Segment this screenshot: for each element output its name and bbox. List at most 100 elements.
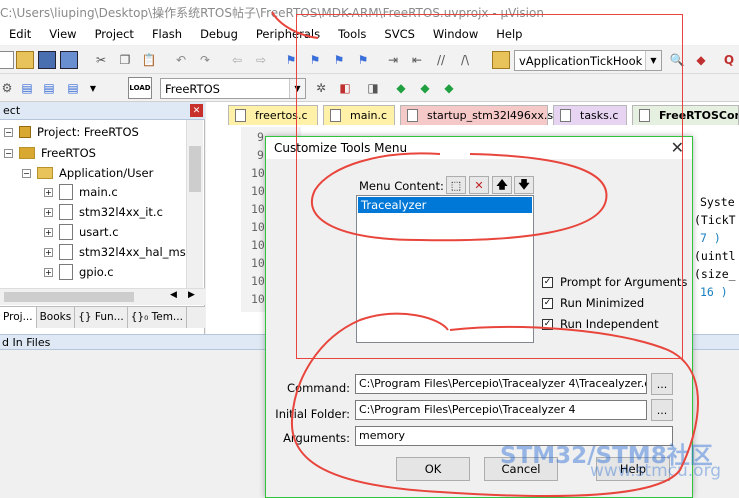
line-number: 10 <box>251 166 265 180</box>
code-fragment: Syste <box>700 195 735 209</box>
browse-folder-button[interactable]: ... <box>651 399 673 421</box>
tree-project-root[interactable]: − Project: FreeRTOS <box>4 125 139 139</box>
save-all-icon[interactable] <box>60 51 78 69</box>
tree-label: FreeRTOS <box>41 146 96 160</box>
target-icon <box>19 147 35 159</box>
collapse-icon[interactable]: − <box>4 148 13 158</box>
project-panel-title: ect <box>3 104 21 117</box>
line-number: 9 <box>257 130 264 144</box>
expand-icon[interactable]: + <box>44 227 53 237</box>
line-number: 10 <box>251 184 265 198</box>
incremental-find-icon[interactable]: ◆ <box>692 51 710 69</box>
tree-label: usart.c <box>79 225 119 239</box>
annotation-rectangle <box>296 14 683 359</box>
line-number: 10 <box>251 238 265 252</box>
tab-templates[interactable]: {}₀ Tem... <box>128 307 187 328</box>
menu-project[interactable]: Project <box>86 23 143 45</box>
collapse-icon[interactable]: − <box>4 127 13 137</box>
c-file-icon <box>59 244 73 260</box>
c-file-icon <box>59 204 73 220</box>
line-number: 10 <box>251 292 265 306</box>
code-fragment: (size_ <box>694 267 736 281</box>
tab-books[interactable]: Books <box>37 307 76 328</box>
tab-functions[interactable]: {} Fun... <box>75 307 128 328</box>
tab-project[interactable]: Proj... <box>0 307 37 328</box>
line-number: 9 <box>257 148 264 162</box>
expand-icon[interactable]: + <box>44 247 53 257</box>
expand-icon[interactable]: + <box>44 187 53 197</box>
batch-build-icon[interactable]: ▤ <box>64 79 82 97</box>
initial-folder-label: Initial Folder: <box>275 407 350 421</box>
copy-icon[interactable]: ❐ <box>116 51 134 69</box>
initial-folder-input[interactable]: C:\Program Files\Percepio\Tracealyzer 4 <box>355 400 647 420</box>
tree-file[interactable]: + stm32l4xx_it.c <box>44 204 163 220</box>
project-icon <box>19 126 31 138</box>
menu-debug[interactable]: Debug <box>191 23 247 45</box>
code-fragment: (uintl <box>694 249 736 263</box>
tree-label: Application/User <box>59 166 154 180</box>
project-panel-tabs: Proj... Books {} Fun... {}₀ Tem... <box>0 306 205 328</box>
paste-icon[interactable]: 📋 <box>140 51 158 69</box>
open-folder-icon[interactable] <box>16 51 34 69</box>
build-icon[interactable]: ▤ <box>18 79 36 97</box>
command-input[interactable]: C:\Program Files\Percepio\Tracealyzer 4\… <box>355 374 647 394</box>
line-number: 10 <box>251 202 265 216</box>
undo-icon[interactable]: ↶ <box>172 51 190 69</box>
new-file-icon[interactable] <box>0 51 14 69</box>
project-panel-header: ect ✕ <box>0 102 205 120</box>
tree-label: main.c <box>79 185 118 199</box>
browse-command-button[interactable]: ... <box>651 373 673 395</box>
scroll-thumb[interactable] <box>189 146 201 192</box>
tree-group[interactable]: − Application/User <box>22 166 153 180</box>
scroll-thumb[interactable] <box>4 292 134 302</box>
watermark-url: www.stmcu.org <box>590 461 722 481</box>
menu-view[interactable]: View <box>40 23 85 45</box>
nav-back-icon[interactable]: ⇦ <box>228 51 246 69</box>
tree-file[interactable]: + stm32l4xx_hal_msp. <box>44 244 197 260</box>
tree-label: stm32l4xx_it.c <box>79 205 163 219</box>
load-icon[interactable]: LOAD <box>128 77 152 99</box>
line-number: 10 <box>251 220 265 234</box>
target-combo[interactable]: FreeRTOS ▼ <box>160 78 306 99</box>
expand-icon[interactable]: + <box>44 207 53 217</box>
c-file-icon <box>235 109 246 122</box>
tree-file[interactable]: + gpio.c <box>44 264 114 280</box>
tree-file[interactable]: + usart.c <box>44 224 119 240</box>
nav-forward-icon[interactable]: ⇨ <box>252 51 270 69</box>
tree-label: Project: FreeRTOS <box>37 125 139 139</box>
rebuild-icon[interactable]: ▤ <box>40 79 58 97</box>
project-panel: ect ✕ − Project: FreeRTOS − FreeRTOS − Appl… <box>0 102 205 334</box>
tree-label: gpio.c <box>79 265 114 279</box>
tree-file[interactable]: + main.c <box>44 184 118 200</box>
collapse-icon[interactable]: − <box>22 168 31 178</box>
command-value: C:\Program Files\Percepio\Tracealyzer 4\… <box>359 377 647 390</box>
tree-label: stm32l4xx_hal_msp. <box>79 245 197 259</box>
line-number: 10 <box>251 256 265 270</box>
save-icon[interactable] <box>38 51 56 69</box>
cut-icon[interactable]: ✂ <box>92 51 110 69</box>
scroll-right-icon[interactable]: ▶ <box>188 290 195 300</box>
initial-folder-value: C:\Program Files\Percepio\Tracealyzer 4 <box>359 403 576 416</box>
code-fragment: 16 ) <box>700 285 728 299</box>
translate-icon[interactable]: ⚙ <box>0 79 16 97</box>
close-icon[interactable]: ✕ <box>190 104 203 117</box>
batch-build-dropdown-icon[interactable]: ▼ <box>84 79 102 97</box>
arguments-value: memory <box>359 429 405 442</box>
arguments-label: Arguments: <box>283 431 350 445</box>
menu-flash[interactable]: Flash <box>143 23 191 45</box>
scroll-left-icon[interactable]: ◀ <box>170 290 177 300</box>
debug-start-icon[interactable]: Q <box>720 51 738 69</box>
redo-icon[interactable]: ↷ <box>196 51 214 69</box>
tree-target[interactable]: − FreeRTOS <box>4 146 96 160</box>
expand-icon[interactable]: + <box>44 267 53 277</box>
line-number: 10 <box>251 274 265 288</box>
vertical-scrollbar[interactable] <box>186 120 203 288</box>
load-label: LOAD <box>129 84 151 92</box>
find-in-files-title: d In Files <box>2 336 51 349</box>
menu-edit[interactable]: Edit <box>0 23 40 45</box>
ok-button[interactable]: OK <box>396 457 470 481</box>
code-fragment: 7 ) <box>700 231 721 245</box>
target-combo-value: FreeRTOS <box>165 82 220 96</box>
command-label: Command: <box>287 381 350 395</box>
horizontal-scrollbar[interactable]: ◀ ▶ <box>0 288 205 305</box>
